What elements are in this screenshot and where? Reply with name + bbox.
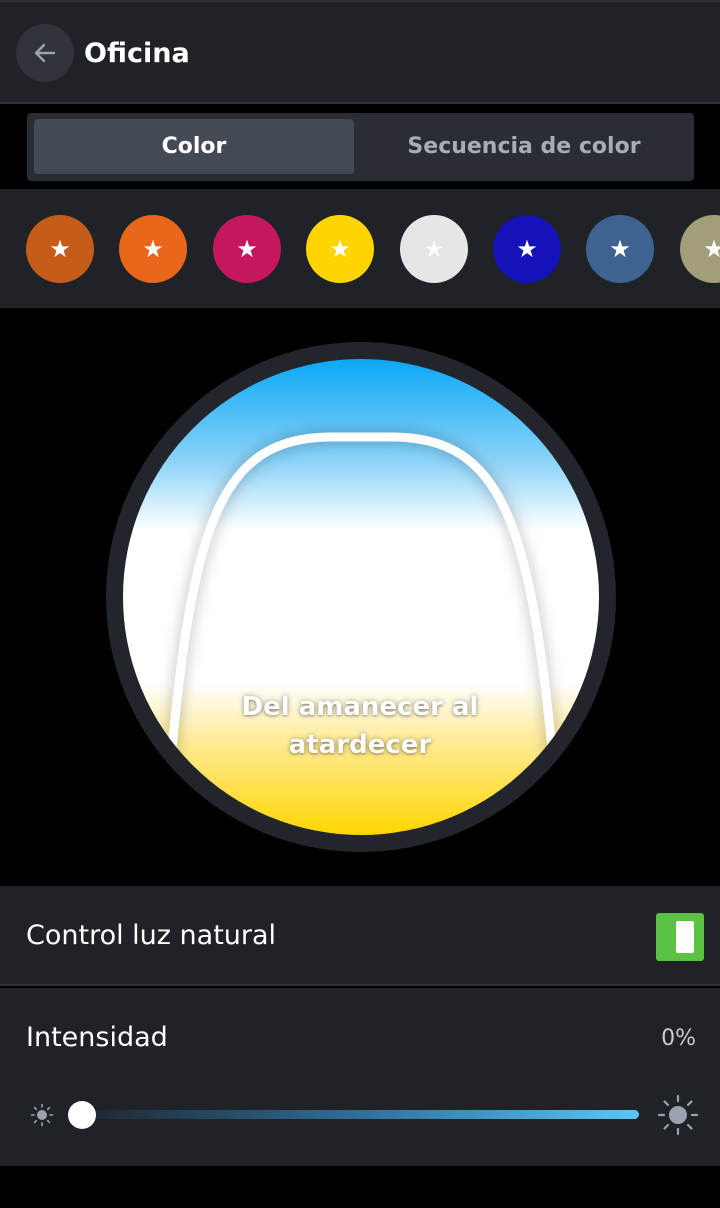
star-icon: ★ (329, 235, 351, 263)
favorite-color-5[interactable]: ★ (400, 215, 468, 283)
top-bar: Oficina (0, 0, 720, 104)
star-icon: ★ (516, 235, 538, 263)
toggle-knob (676, 921, 694, 953)
natural-light-toggle[interactable] (656, 913, 704, 961)
segmented-tabs: Color Secuencia de color (27, 113, 694, 181)
star-icon: ★ (49, 235, 71, 263)
star-icon: ★ (609, 235, 631, 263)
intensity-row: Intensidad 0% (0, 988, 720, 1166)
sun-small-icon (30, 1103, 54, 1127)
tab-color[interactable]: Color (34, 119, 354, 174)
color-wheel-area: Del amanecer al atardecer (0, 308, 720, 886)
favorite-color-6[interactable]: ★ (493, 215, 561, 283)
tab-color-sequence[interactable]: Secuencia de color (360, 119, 688, 174)
star-icon: ★ (423, 235, 445, 263)
star-icon: ★ (142, 235, 164, 263)
natural-light-row: Control luz natural (0, 886, 720, 986)
intensity-slider-thumb[interactable] (68, 1101, 96, 1129)
arrow-left-icon (34, 43, 56, 63)
wheel-label: Del amanecer al atardecer (241, 692, 479, 760)
favorite-colors-bar: ★ ★ ★ ★ ★ ★ ★ ★ (0, 189, 720, 308)
star-icon: ★ (703, 235, 720, 263)
favorite-color-2[interactable]: ★ (119, 215, 187, 283)
intensity-slider-track[interactable] (82, 1110, 639, 1119)
favorite-color-7[interactable]: ★ (586, 215, 654, 283)
star-icon: ★ (236, 235, 258, 263)
favorite-color-3[interactable]: ★ (213, 215, 281, 283)
natural-light-label: Control luz natural (26, 920, 277, 951)
sun-large-icon (657, 1094, 699, 1136)
intensity-label: Intensidad (26, 1022, 168, 1053)
intensity-value: 0% (661, 1026, 696, 1051)
page-title: Oficina (84, 38, 190, 69)
favorite-color-1[interactable]: ★ (26, 215, 94, 283)
tabs-container: Color Secuencia de color (0, 104, 720, 188)
favorite-color-4[interactable]: ★ (306, 215, 374, 283)
back-button[interactable] (16, 24, 74, 82)
favorite-color-8[interactable]: ★ (680, 215, 720, 283)
